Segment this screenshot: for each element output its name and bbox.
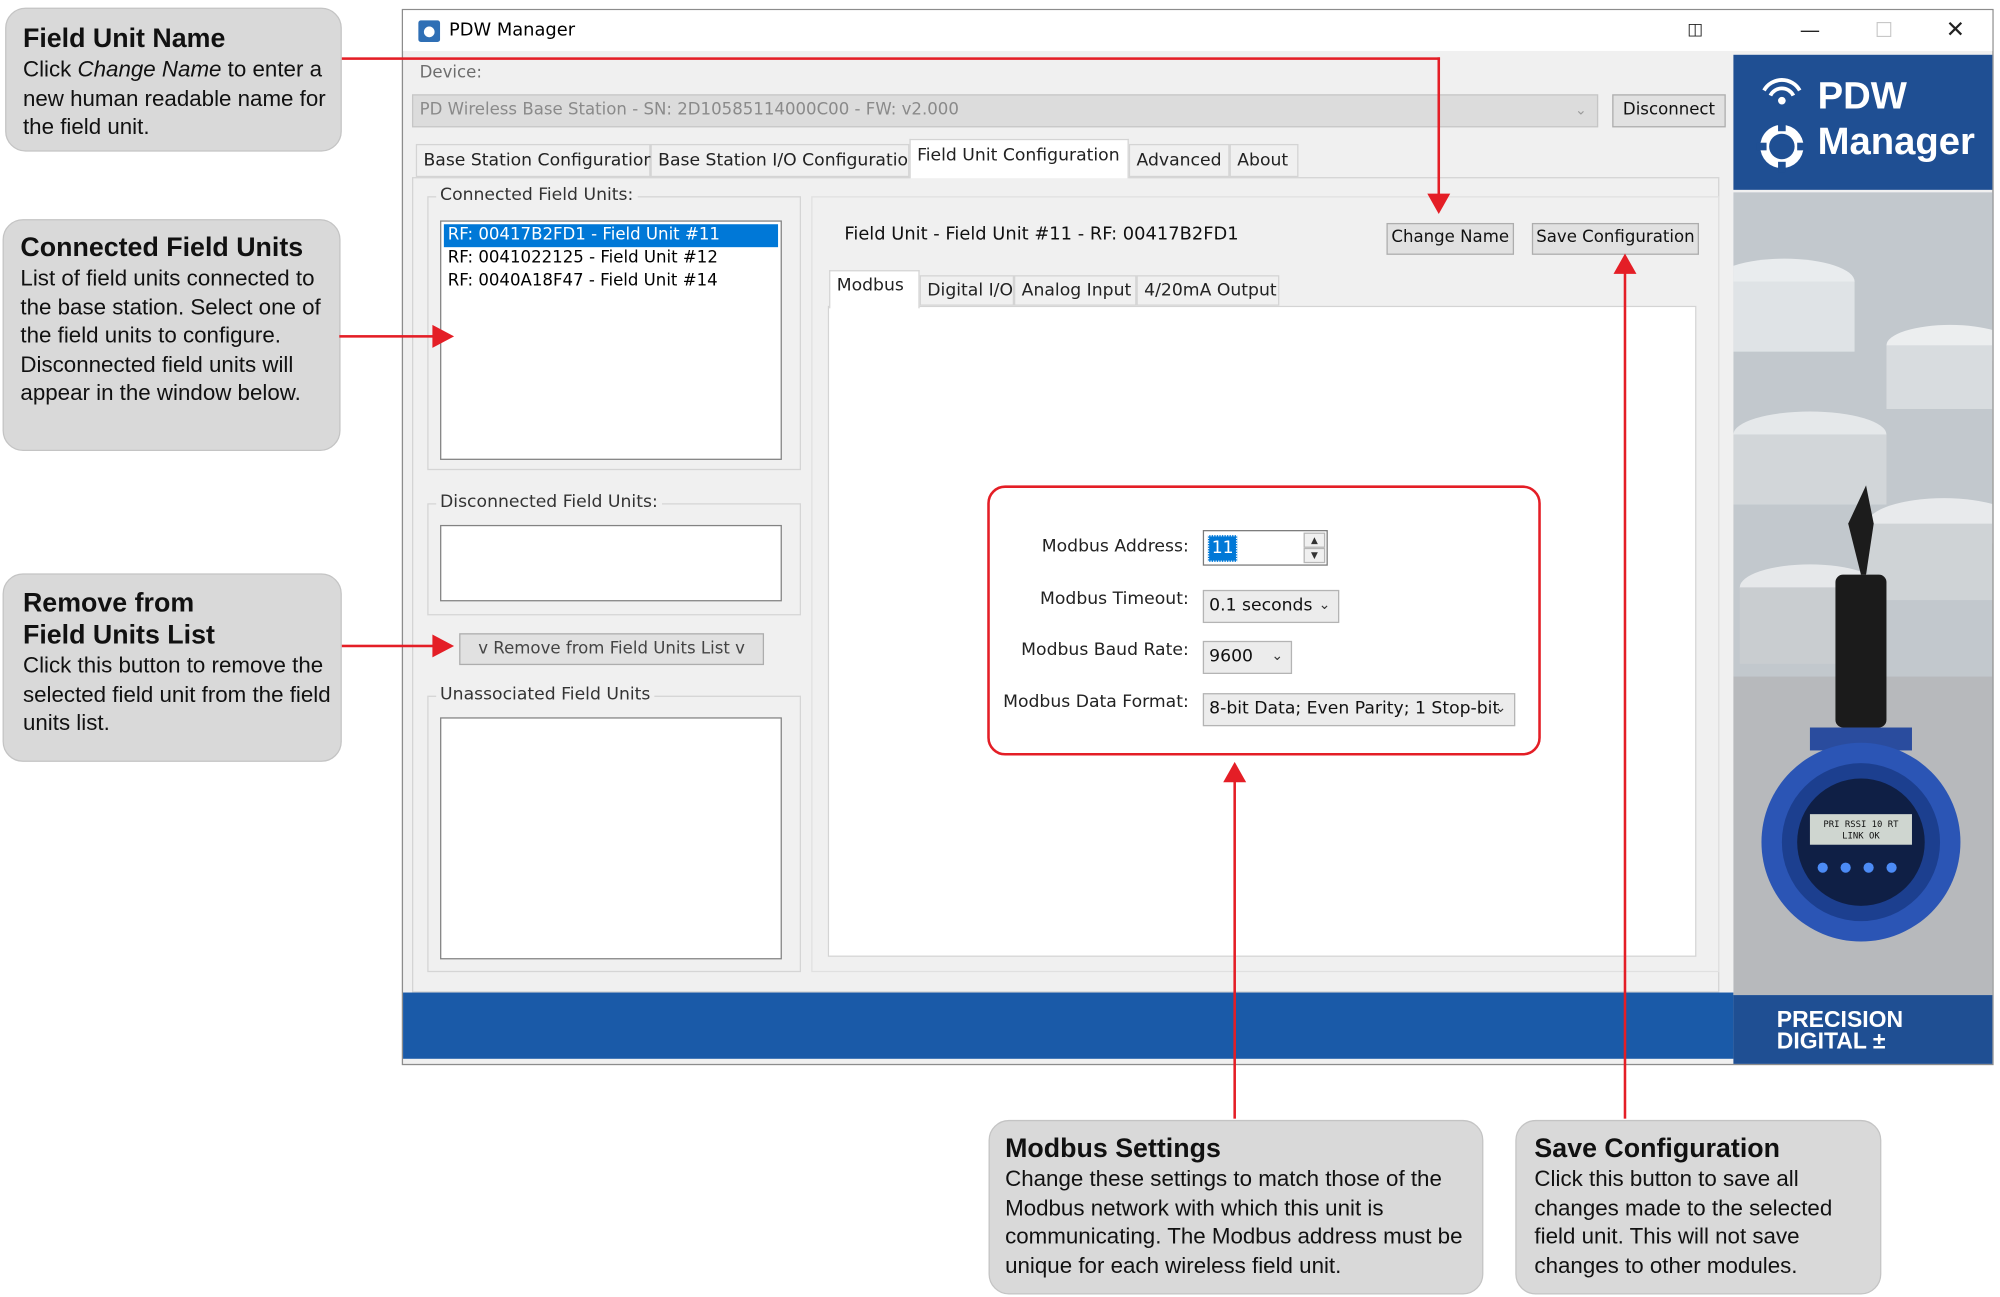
modbus-settings-highlight (987, 485, 1541, 756)
title-bar: ● PDW Manager ◫ — ☐ ✕ (403, 10, 1993, 51)
disconnected-field-units-list[interactable] (440, 524, 782, 602)
device-display-line2: LINK OK (1842, 831, 1880, 841)
unassociated-field-units-list[interactable] (440, 717, 782, 960)
callout-body: Click Change Name to enter a new human r… (22, 56, 326, 139)
callout-body: List of field units connected to the bas… (20, 265, 321, 406)
app-icon: ● (418, 20, 441, 43)
callout-remove-from-list: Remove from Field Units List Click this … (2, 573, 342, 762)
remove-from-field-units-list-button[interactable]: v Remove from Field Units List v (459, 633, 765, 666)
list-item[interactable]: RF: 0040A18F47 - Field Unit #14 (444, 270, 778, 293)
brand-footer-line2: DIGITAL ± (1776, 1028, 1886, 1054)
callout-title-line1: Remove from (22, 588, 195, 618)
pdw-manager-logo: PDW Manager (1733, 54, 1993, 190)
arrow-line (1437, 57, 1441, 195)
callout-body: Click this button to remove the selected… (22, 652, 331, 736)
disconnected-field-units-title: Disconnected Field Units: (436, 491, 662, 513)
callout-title: Field Unit Name (22, 24, 226, 54)
callout-save-configuration: Save Configuration Click this button to … (1515, 1119, 1882, 1295)
arrow-line (341, 57, 1441, 60)
tab-4-20ma-output[interactable]: 4/20mA Output (1136, 275, 1280, 306)
connected-field-units-title: Connected Field Units: (436, 184, 638, 206)
unassociated-field-units-title: Unassociated Field Units (436, 684, 655, 705)
minimize-icon[interactable]: — (1781, 13, 1840, 49)
callout-modbus-settings: Modbus Settings Change these settings to… (988, 1119, 1484, 1295)
device-select-value: PD Wireless Base Station - SN: 2D1058511… (419, 100, 959, 120)
change-name-button[interactable]: Change Name (1386, 222, 1515, 255)
save-configuration-button[interactable]: Save Configuration (1531, 222, 1699, 255)
snap-layout-icon[interactable]: ◫ (1666, 13, 1725, 49)
tab-field-unit-configuration[interactable]: Field Unit Configuration (909, 138, 1129, 179)
callout-body: Change these settings to match those of … (1005, 1165, 1463, 1278)
arrow-head (432, 324, 455, 348)
brand-panel: PDW Manager PRI RSSI 10 RT LINK OK PRECI… (1733, 54, 1993, 1064)
arrow-head (1427, 193, 1451, 215)
arrow-line (339, 335, 434, 338)
device-display-line1: PRI RSSI 10 RT (1823, 820, 1899, 830)
connected-field-units-list[interactable]: RF: 00417B2FD1 - Field Unit #11 RF: 0041… (440, 220, 782, 460)
plus-minus-icon: ± (1872, 1028, 1886, 1054)
tab-digital-io[interactable]: Digital I/O (919, 275, 1015, 306)
device-label: Device: (419, 63, 482, 83)
tab-advanced[interactable]: Advanced (1128, 143, 1230, 178)
tab-base-station-configuration[interactable]: Base Station Configuration (415, 143, 654, 178)
disconnect-button[interactable]: Disconnect (1612, 94, 1726, 128)
tab-base-station-io-configuration[interactable]: Base Station I/O Configuration (650, 143, 919, 178)
callout-title: Modbus Settings (1005, 1133, 1221, 1164)
callout-title: Connected Field Units (20, 233, 304, 263)
status-footer-bar (403, 992, 1734, 1059)
callout-connected-field-units: Connected Field Units List of field unit… (2, 219, 341, 452)
tab-analog-input[interactable]: Analog Input (1014, 275, 1137, 306)
tab-modbus[interactable]: Modbus (829, 270, 920, 309)
brand-title-line2: Manager (1817, 121, 1975, 164)
callout-title-line2: Field Units List (22, 620, 215, 650)
callout-field-unit-name: Field Unit Name Click Change Name to ent… (5, 7, 342, 152)
device-select[interactable]: PD Wireless Base Station - SN: 2D1058511… (411, 94, 1599, 128)
arrow-line (1233, 779, 1236, 1119)
maximize-icon[interactable]: ☐ (1855, 13, 1914, 49)
list-item[interactable]: RF: 0041022125 - Field Unit #12 (444, 247, 778, 270)
callout-body: Click this button to save all changes ma… (1534, 1165, 1833, 1278)
callout-title: Save Configuration (1534, 1133, 1781, 1164)
window-title: PDW Manager (448, 20, 576, 41)
brand-title-line1: PDW (1817, 75, 1907, 118)
list-item[interactable]: RF: 00417B2FD1 - Field Unit #11 (443, 224, 779, 248)
arrow-line (341, 644, 434, 648)
chevron-down-icon: ⌄ (1574, 101, 1587, 119)
product-photo: PRI RSSI 10 RT LINK OK (1733, 192, 1993, 996)
field-unit-header: Field Unit - Field Unit #11 - RF: 00417B… (844, 224, 1239, 245)
wireless-logo-icon (1751, 73, 1812, 175)
precision-digital-logo: PRECISION DIGITAL ± (1733, 995, 1993, 1064)
close-icon[interactable]: ✕ (1926, 13, 1985, 49)
tab-about[interactable]: About (1229, 143, 1299, 178)
arrow-head (432, 634, 455, 658)
arrow-line (1623, 271, 1627, 1119)
